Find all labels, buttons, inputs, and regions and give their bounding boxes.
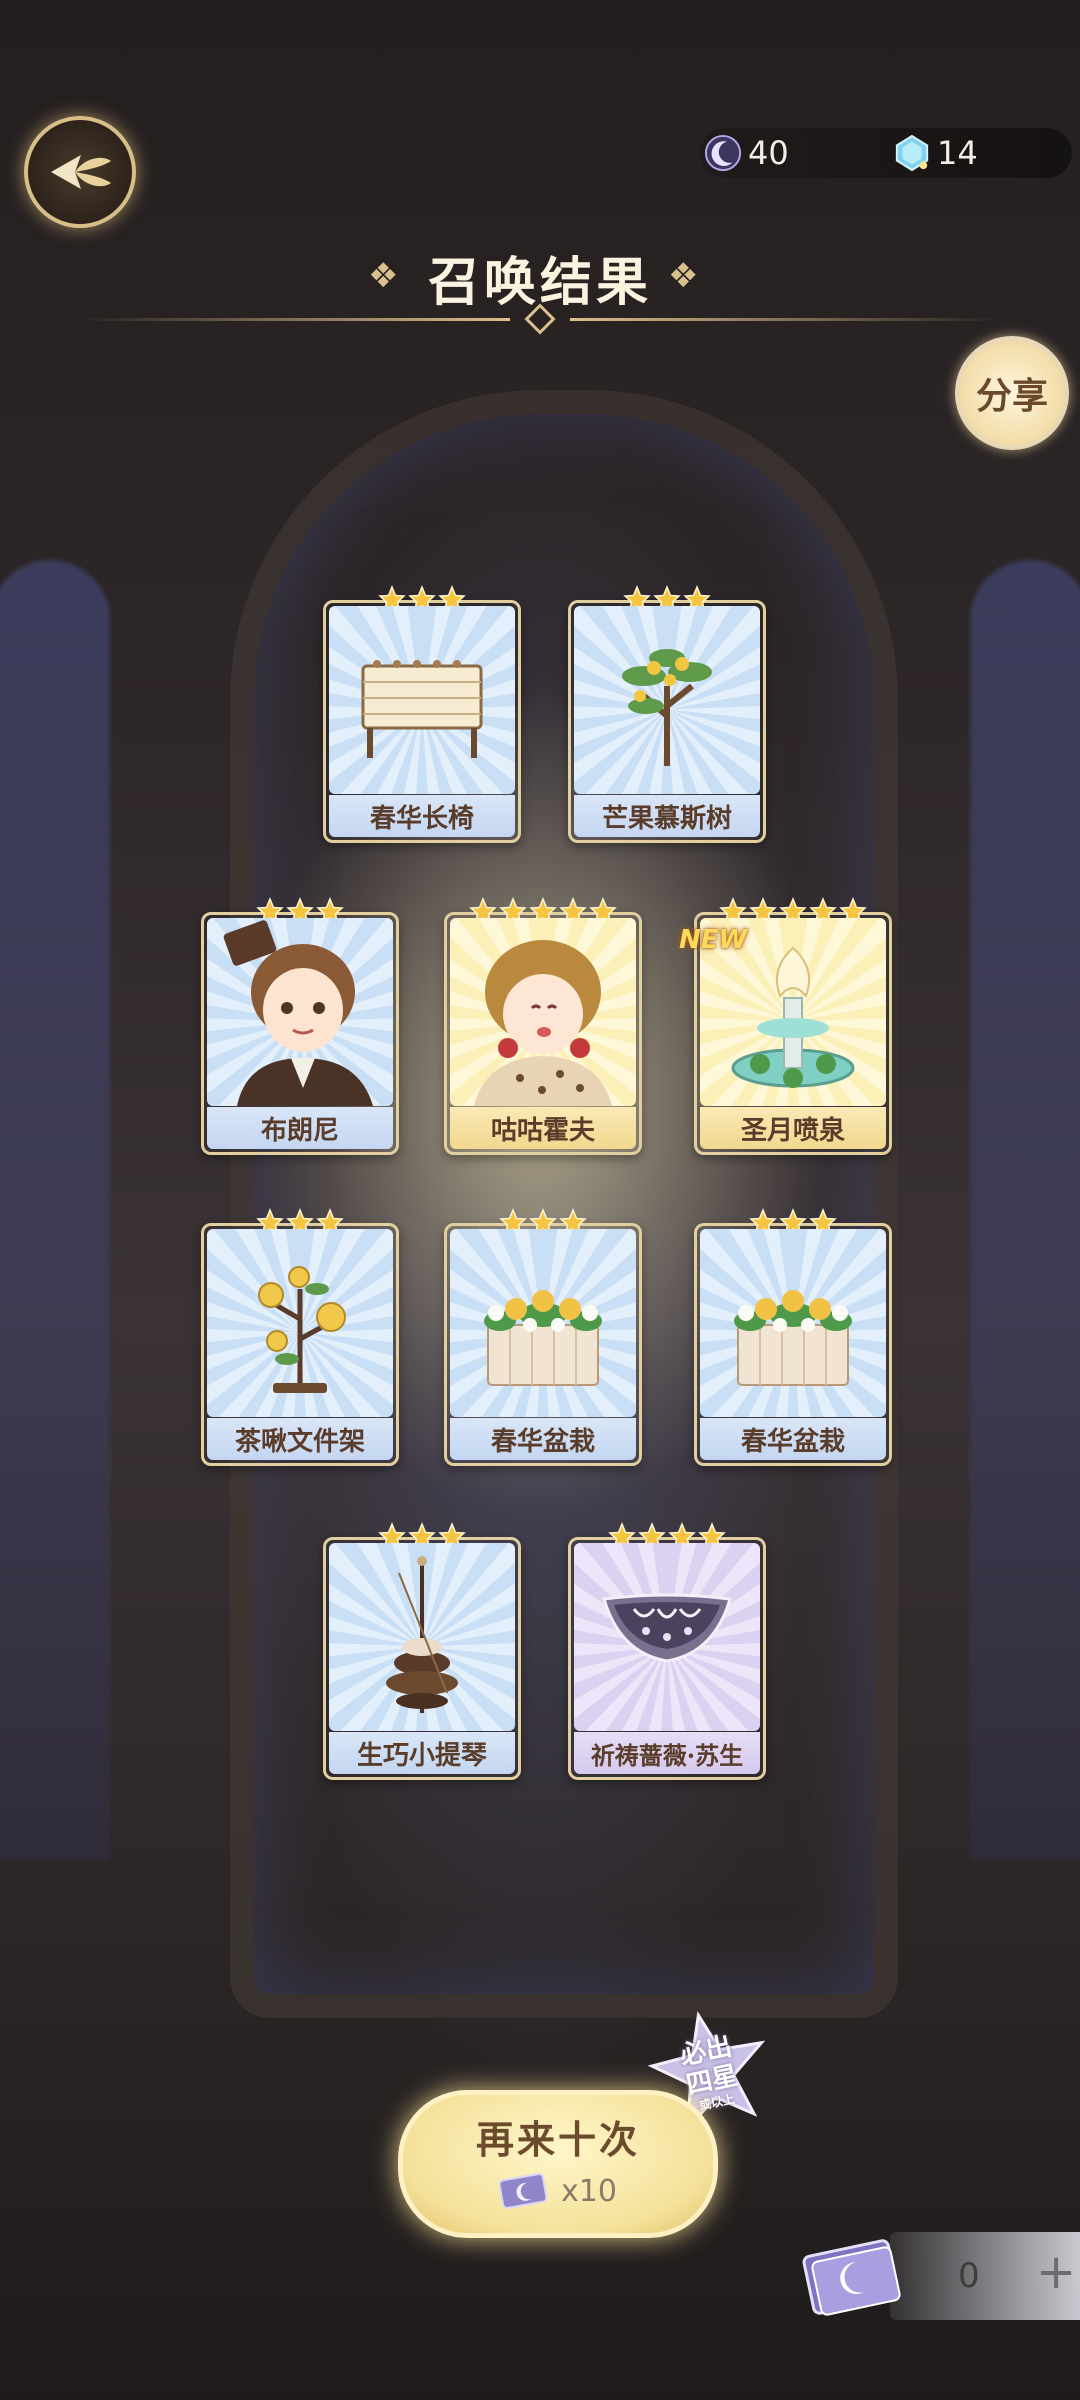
stained-window-right bbox=[970, 560, 1080, 1860]
mango-tree-icon bbox=[622, 649, 712, 766]
card-art bbox=[207, 1229, 393, 1417]
title-divider-right bbox=[570, 318, 1000, 321]
crown-headpiece-icon bbox=[602, 1593, 732, 1663]
crystal-currency-value: 14 bbox=[937, 134, 978, 172]
card-name: 春华长椅 bbox=[329, 795, 515, 837]
card-name: 芒果慕斯树 bbox=[574, 795, 760, 837]
result-card[interactable]: 芒果慕斯树 bbox=[568, 585, 766, 843]
title-ornament-right-icon: ❖ bbox=[668, 256, 699, 296]
card-name: 春华盆栽 bbox=[450, 1418, 636, 1460]
summon-again-button[interactable]: 再来十次 x10 bbox=[398, 2090, 718, 2238]
card-name: 茶啾文件架 bbox=[207, 1418, 393, 1460]
title-banner: ❖ 召唤结果 ❖ bbox=[0, 240, 1080, 340]
card-art bbox=[207, 918, 393, 1106]
add-ticket-button[interactable]: + bbox=[1036, 2244, 1076, 2300]
share-button[interactable]: 分享 bbox=[955, 336, 1069, 450]
crystal-currency: 14 bbox=[893, 128, 978, 178]
card-name: 生巧小提琴 bbox=[329, 1732, 515, 1774]
back-wing-icon bbox=[51, 155, 111, 189]
card-art bbox=[574, 1543, 760, 1731]
girl-character-icon bbox=[474, 940, 612, 1106]
result-card[interactable]: 春华盆栽 bbox=[694, 1208, 892, 1466]
card-name: 圣月喷泉 bbox=[700, 1107, 886, 1149]
ticket-count: 0 bbox=[958, 2256, 980, 2296]
card-name: 咕咕霍夫 bbox=[450, 1107, 636, 1149]
crystal-icon bbox=[895, 134, 929, 172]
summon-ticket-icon bbox=[499, 2173, 548, 2209]
planter-icon bbox=[734, 1290, 852, 1386]
stained-window-left bbox=[0, 560, 110, 1860]
result-card[interactable]: 咕咕霍夫 bbox=[444, 897, 642, 1155]
moon-currency-value: 40 bbox=[748, 134, 789, 172]
card-art bbox=[574, 606, 760, 794]
summon-ticket-icon bbox=[802, 2239, 901, 2316]
card-name: 春华盆栽 bbox=[700, 1418, 886, 1460]
result-card[interactable]: 茶啾文件架 bbox=[201, 1208, 399, 1466]
violin-icon bbox=[386, 1556, 458, 1713]
result-card[interactable]: 圣月喷泉 NEW bbox=[679, 897, 892, 1155]
moon-currency: 40 bbox=[704, 128, 789, 178]
file-rack-icon bbox=[258, 1266, 346, 1393]
summon-cost: x10 bbox=[403, 2173, 713, 2209]
back-button[interactable] bbox=[24, 116, 136, 228]
title-divider-left bbox=[80, 318, 510, 321]
new-badge: NEW bbox=[679, 925, 748, 955]
summon-cost-value: x10 bbox=[561, 2173, 617, 2209]
result-card[interactable]: 春华盆栽 bbox=[444, 1208, 642, 1466]
card-art bbox=[700, 1229, 886, 1417]
bench-icon bbox=[361, 660, 483, 758]
result-card[interactable]: 春华长椅 bbox=[323, 585, 521, 843]
card-name: 布朗尼 bbox=[207, 1107, 393, 1149]
summon-again-label: 再来十次 bbox=[475, 2117, 640, 2162]
result-card[interactable]: 祈祷蔷薇·苏生 bbox=[568, 1522, 766, 1780]
card-art bbox=[329, 606, 515, 794]
boy-character-icon bbox=[223, 920, 373, 1106]
card-art bbox=[450, 1229, 636, 1417]
result-card[interactable]: 生巧小提琴 bbox=[323, 1522, 521, 1780]
card-name: 祈祷蔷薇·苏生 bbox=[574, 1732, 760, 1774]
card-art bbox=[329, 1543, 515, 1731]
planter-icon bbox=[484, 1290, 602, 1386]
card-art bbox=[450, 918, 636, 1106]
result-card[interactable]: 布朗尼 bbox=[201, 897, 399, 1155]
crescent-moon-icon bbox=[704, 134, 742, 172]
